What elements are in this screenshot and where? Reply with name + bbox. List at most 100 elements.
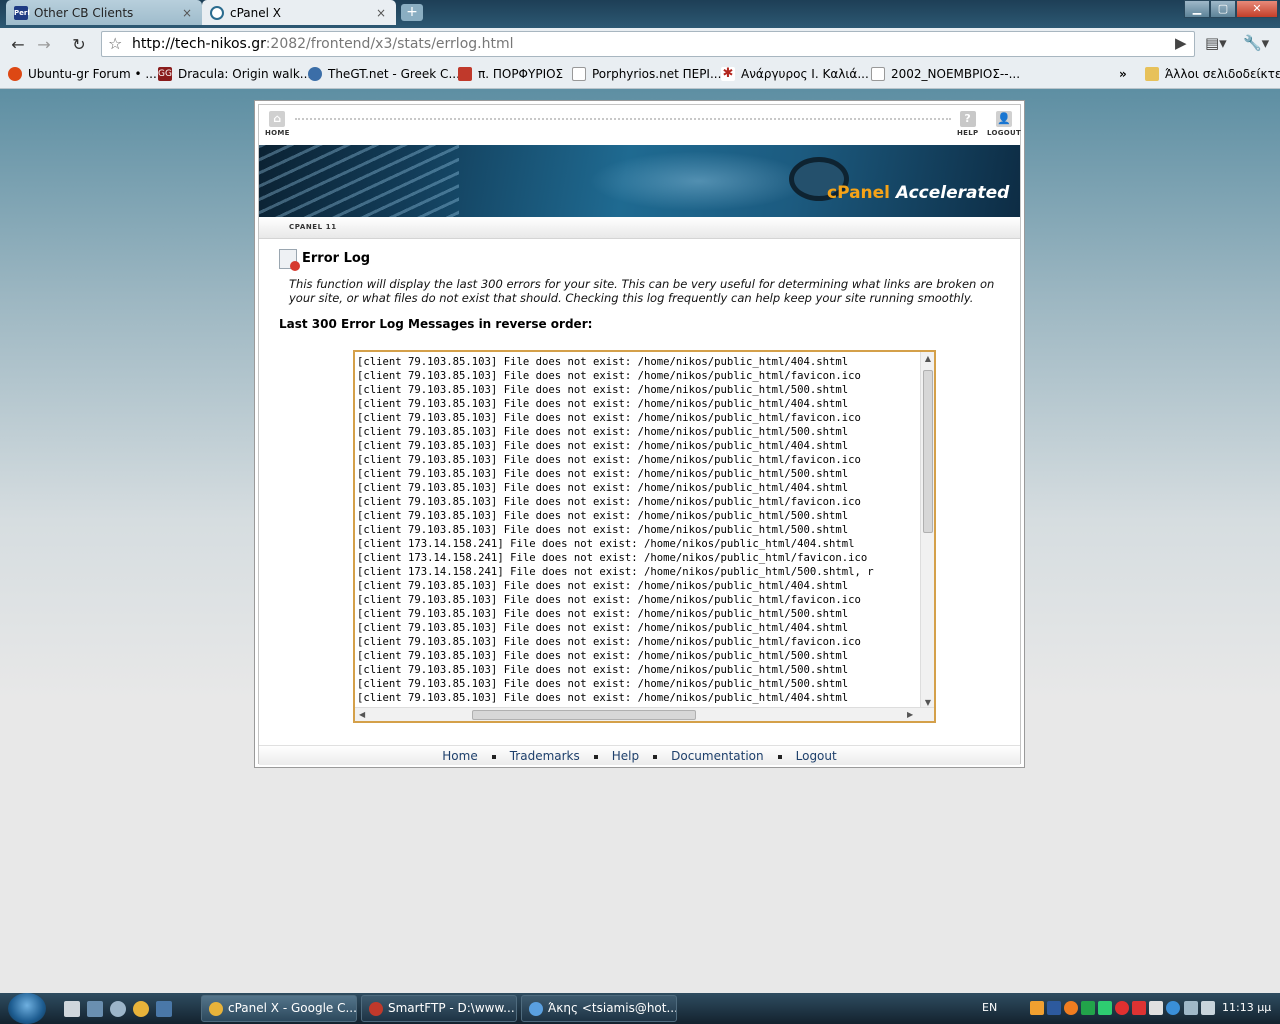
clock[interactable]: 11:13 μμ bbox=[1222, 1001, 1271, 1014]
footer-link-help[interactable]: Help bbox=[612, 749, 639, 763]
banner-graphic bbox=[259, 145, 459, 217]
user-icon: 👤 bbox=[996, 111, 1013, 127]
maximize-button[interactable]: ▢ bbox=[1210, 0, 1236, 18]
tray-icon[interactable] bbox=[1166, 1001, 1180, 1015]
address-bar[interactable]: ☆ http://tech-nikos.gr:2082/frontend/x3/… bbox=[101, 31, 1195, 57]
go-icon[interactable]: ▶ bbox=[1175, 34, 1187, 52]
bookmark-item[interactable]: 2002_ΝΟΕΜΒΡΙΟΣ--... bbox=[871, 67, 1020, 81]
cpanel-footer: Home Trademarks Help Documentation Logout bbox=[259, 745, 1020, 765]
gg-icon: GG bbox=[158, 67, 172, 81]
wrench-icon[interactable]: 🔧▾ bbox=[1243, 34, 1269, 52]
tray-icon[interactable] bbox=[1115, 1001, 1129, 1015]
browser-toolbar: ← → ↻ ☆ http://tech-nikos.gr:2082/fronte… bbox=[0, 28, 1280, 61]
tray-icon[interactable] bbox=[1064, 1001, 1078, 1015]
log-line: [client 79.103.85.103] File does not exi… bbox=[357, 356, 849, 368]
close-window-button[interactable]: ✕ bbox=[1236, 0, 1278, 18]
log-line: [client 173.14.158.241] File does not ex… bbox=[357, 538, 855, 550]
log-line: [client 79.103.85.103] File does not exi… bbox=[357, 692, 849, 704]
tray-icon[interactable] bbox=[1081, 1001, 1095, 1015]
tab-cpanel-x[interactable]: cPanel X × bbox=[202, 0, 396, 25]
cpanel-top-nav: ⌂ HOME ? HELP 👤 LOGOUT bbox=[259, 105, 1021, 145]
logout-button[interactable]: 👤 LOGOUT bbox=[987, 111, 1021, 137]
volume-icon[interactable] bbox=[1201, 1001, 1215, 1015]
log-line: [client 79.103.85.103] File does not exi… bbox=[357, 454, 861, 466]
log-heading: Last 300 Error Log Messages in reverse o… bbox=[279, 317, 593, 331]
desktop-icon[interactable] bbox=[156, 1001, 172, 1017]
tray-icon[interactable] bbox=[1149, 1001, 1163, 1015]
footer-link-logout[interactable]: Logout bbox=[796, 749, 837, 763]
tab-label: Other CB Clients bbox=[34, 5, 134, 20]
settings-icon[interactable] bbox=[110, 1001, 126, 1017]
scroll-down-icon[interactable]: ▼ bbox=[921, 698, 934, 707]
smartftp-icon bbox=[369, 1002, 383, 1016]
forward-arrow-icon[interactable]: → bbox=[32, 34, 56, 56]
scroll-left-icon[interactable]: ◀ bbox=[359, 708, 365, 721]
error-log-textarea[interactable]: [client 79.103.85.103] File does not exi… bbox=[353, 350, 936, 723]
error-log-icon bbox=[279, 249, 300, 271]
close-icon[interactable]: × bbox=[374, 6, 388, 20]
scroll-up-icon[interactable]: ▲ bbox=[921, 354, 934, 363]
bookmark-item[interactable]: Ubuntu-gr Forum • ... bbox=[8, 67, 157, 81]
footer-link-documentation[interactable]: Documentation bbox=[671, 749, 764, 763]
tab-other-cb-clients[interactable]: Perl Other CB Clients × bbox=[6, 0, 202, 25]
cpanel-icon bbox=[210, 5, 224, 20]
bookmark-item[interactable]: π. ΠΟΡΦΥΡΙΟΣ bbox=[458, 67, 563, 81]
separator bbox=[593, 754, 598, 759]
cpanel-frame: ⌂ HOME ? HELP 👤 LOGOUT cPanel Accelerate… bbox=[254, 100, 1025, 768]
vertical-scrollbar[interactable]: ▲ ▼ bbox=[920, 352, 934, 709]
horizontal-scrollbar[interactable]: ◀ ▶ bbox=[355, 707, 934, 721]
footer-link-home[interactable]: Home bbox=[442, 749, 477, 763]
log-line: [client 79.103.85.103] File does not exi… bbox=[357, 636, 861, 648]
tray-icon[interactable] bbox=[1030, 1001, 1044, 1015]
scroll-right-icon[interactable]: ▶ bbox=[907, 708, 913, 721]
log-line: [client 79.103.85.103] File does not exi… bbox=[357, 370, 861, 382]
network-icon[interactable] bbox=[1184, 1001, 1198, 1015]
tray-icon[interactable] bbox=[1047, 1001, 1061, 1015]
log-line: [client 79.103.85.103] File does not exi… bbox=[357, 608, 849, 620]
page-icon bbox=[871, 67, 885, 81]
bookmark-item[interactable]: TheGT.net - Greek C... bbox=[308, 67, 460, 81]
log-line: [client 173.14.158.241] File does not ex… bbox=[357, 552, 868, 564]
home-button[interactable]: ⌂ HOME bbox=[265, 111, 290, 137]
close-icon[interactable]: × bbox=[180, 6, 194, 20]
separator bbox=[653, 754, 658, 759]
new-tab-button[interactable]: + bbox=[401, 4, 423, 21]
scroll-thumb[interactable] bbox=[472, 710, 696, 720]
cpanel-brand: cPanel Accelerated bbox=[827, 183, 1010, 203]
minimize-button[interactable]: ▁ bbox=[1184, 0, 1210, 18]
other-bookmarks-folder[interactable]: Άλλοι σελιδοδείκτες bbox=[1145, 67, 1280, 81]
task-mail[interactable]: Άκης <tsiamis@hot... bbox=[521, 995, 677, 1022]
home-icon: ⌂ bbox=[269, 111, 286, 127]
page-title: Error Log bbox=[302, 251, 371, 266]
log-line: [client 79.103.85.103] File does not exi… bbox=[357, 440, 849, 452]
page-icon bbox=[572, 67, 586, 81]
help-button[interactable]: ? HELP bbox=[957, 111, 978, 137]
separator bbox=[491, 754, 496, 759]
language-indicator[interactable]: EN bbox=[982, 1001, 997, 1014]
scroll-thumb[interactable] bbox=[923, 370, 933, 533]
tray-icon[interactable] bbox=[1098, 1001, 1112, 1015]
start-button[interactable] bbox=[8, 993, 46, 1024]
back-arrow-icon[interactable]: ← bbox=[6, 34, 30, 56]
bookmark-item[interactable]: ✱ Ανάργυρος Ι. Καλιά... bbox=[721, 67, 869, 81]
task-cpanel-chrome[interactable]: cPanel X - Google C... bbox=[201, 995, 357, 1022]
star-icon[interactable]: ☆ bbox=[108, 32, 122, 56]
footer-link-trademarks[interactable]: Trademarks bbox=[510, 749, 580, 763]
world-map-graphic bbox=[589, 151, 809, 211]
separator bbox=[777, 754, 782, 759]
bookmark-item[interactable]: Porphyrios.net ΠΕΡΙ... bbox=[572, 67, 721, 81]
tray-icon[interactable] bbox=[1132, 1001, 1146, 1015]
cpanel-content: ⌂ HOME ? HELP 👤 LOGOUT cPanel Accelerate… bbox=[258, 104, 1021, 765]
log-line: [client 79.103.85.103] File does not exi… bbox=[357, 468, 849, 480]
explorer-icon[interactable] bbox=[87, 1001, 103, 1017]
chrome-icon[interactable] bbox=[133, 1001, 149, 1017]
cross-icon: ✱ bbox=[721, 66, 735, 81]
page-menu-icon[interactable]: ▤▾ bbox=[1205, 34, 1227, 52]
bookmarks-overflow-button[interactable]: » bbox=[1119, 67, 1127, 81]
task-smartftp[interactable]: SmartFTP - D:\www... bbox=[361, 995, 517, 1022]
drive-icon[interactable] bbox=[64, 1001, 80, 1017]
bookmark-icon bbox=[458, 67, 472, 81]
reload-icon[interactable]: ↻ bbox=[67, 34, 91, 56]
divider bbox=[295, 118, 951, 120]
bookmark-item[interactable]: GG Dracula: Origin walk... bbox=[158, 67, 311, 81]
